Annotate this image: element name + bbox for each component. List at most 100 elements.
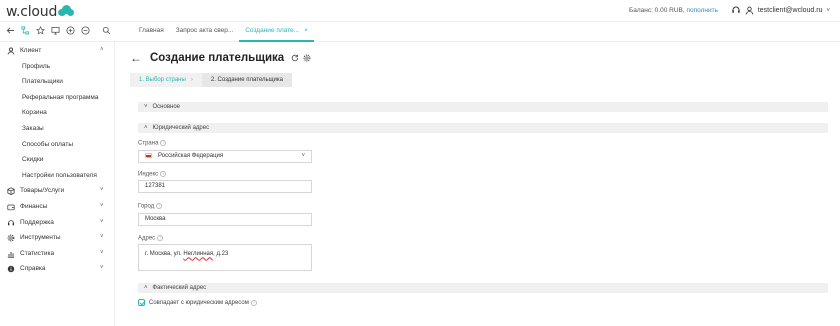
search-icon[interactable]: [102, 26, 111, 35]
sidebar-item-label: Финансы: [20, 202, 48, 210]
address-textarea[interactable]: г. Москва, ул. Неглинная, д.23: [138, 244, 312, 272]
logo-text: w.cloud: [6, 4, 58, 20]
sidebar-item-label: Статистика: [20, 249, 55, 257]
section-title: Юридический адрес: [152, 125, 210, 131]
back-icon[interactable]: [6, 26, 15, 35]
info-icon: [7, 266, 15, 273]
sidebar: Клиент ˄ Профиль Плательщики Реферальная…: [0, 42, 115, 326]
sidebar-item-goods-services[interactable]: Товары/Услуги ˅: [0, 183, 114, 199]
back-arrow-icon[interactable]: ←: [130, 51, 142, 65]
chevron-down-icon: ˅: [826, 7, 830, 14]
chevron-up-icon: ˄: [100, 47, 104, 53]
close-tab-icon[interactable]: ×: [304, 27, 308, 34]
sidebar-item-statistics[interactable]: Статистика ˅: [0, 246, 114, 262]
help-icon[interactable]: ?: [250, 299, 257, 306]
chevron-down-icon: ˅: [100, 187, 104, 194]
support-icon: [7, 219, 15, 225]
user-icon: [7, 47, 15, 55]
city-label: Город?: [138, 203, 163, 210]
sidebar-item-help[interactable]: Справка ˅: [0, 261, 114, 277]
title-row: ← Создание плательщика: [130, 51, 311, 65]
monitor-icon[interactable]: [51, 26, 60, 35]
country-value: Российская Федерация: [158, 152, 224, 159]
wallet-icon: [7, 204, 15, 211]
address-label: Адрес?: [138, 234, 164, 242]
sidebar-item-label: Клиент: [20, 47, 42, 54]
chevron-down-icon: ˅: [301, 152, 305, 159]
tab-home[interactable]: Главная: [133, 22, 170, 42]
sitemap-icon[interactable]: [21, 26, 30, 35]
chevron-down-icon: ˅: [100, 218, 104, 225]
user-menu[interactable]: testclient@wcloud.ru ˅: [745, 6, 830, 15]
chevron-up-icon: ˄: [144, 125, 148, 131]
sidebar-item-client[interactable]: Клиент ˄: [0, 43, 114, 59]
help-icon[interactable]: ?: [160, 170, 167, 177]
sidebar-item-user-settings[interactable]: Настройки пользователя: [0, 168, 114, 184]
country-select[interactable]: Российская Федерация ˅: [138, 149, 312, 163]
same-as-legal-checkbox[interactable]: [138, 299, 145, 307]
chevron-up-icon: ˄: [144, 285, 148, 292]
step-select-country[interactable]: 1. Выбор страны ›: [130, 73, 202, 87]
help-icon[interactable]: ?: [160, 140, 167, 146]
sidebar-item-label: Инструменты: [20, 234, 61, 242]
settings-icon[interactable]: [303, 54, 311, 62]
index-label: Индекс?: [138, 170, 167, 178]
chevron-down-icon: ˅: [144, 104, 148, 110]
toolbar: Главная Запрос акта свер... Создание пла…: [0, 22, 840, 42]
section-basic[interactable]: ˅ Основное: [138, 102, 828, 112]
sidebar-item-orders[interactable]: Заказы: [0, 121, 114, 137]
sidebar-item-payment-methods[interactable]: Способы оплаты: [0, 137, 114, 153]
sidebar-item-referral[interactable]: Реферальная программа: [0, 90, 114, 106]
balance: Баланс: 0.00 RUB, пополнить: [629, 7, 718, 14]
section-actual-address[interactable]: ˄ Фактический адрес: [138, 283, 828, 294]
main-content: ← Создание плательщика 1. Выбор страны › …: [115, 42, 840, 326]
index-input[interactable]: 127381: [138, 180, 312, 194]
sidebar-item-payers[interactable]: Плательщики: [0, 74, 114, 90]
logo[interactable]: w.cloud: [6, 4, 75, 20]
section-legal-address[interactable]: ˄ Юридический адрес: [138, 123, 828, 133]
balance-label: Баланс: 0.00 RUB,: [628, 7, 685, 14]
russia-flag-icon: [145, 152, 152, 158]
support-headset-icon[interactable]: [731, 5, 741, 15]
cloud-logo-icon: [58, 4, 75, 16]
sidebar-item-tools[interactable]: Инструменты ˅: [0, 230, 114, 246]
city-input[interactable]: Москва: [138, 212, 312, 226]
sidebar-item-discounts[interactable]: Скидки: [0, 152, 114, 168]
sidebar-item-support[interactable]: Поддержка ˅: [0, 215, 114, 231]
chevron-down-icon: ˅: [100, 234, 104, 241]
section-title: Фактический адрес: [152, 285, 207, 292]
sidebar-item-label: Товары/Услуги: [20, 187, 65, 195]
chevron-down-icon: ˅: [100, 265, 104, 272]
minus-circle-icon[interactable]: [81, 26, 90, 35]
title-actions: [291, 54, 311, 62]
chevron-down-icon: ˅: [100, 249, 104, 256]
sidebar-item-finance[interactable]: Финансы ˅: [0, 199, 114, 215]
sidebar-item-profile[interactable]: Профиль: [0, 59, 114, 75]
step-create-payer: 2. Создание плательщика: [201, 73, 292, 87]
help-icon[interactable]: ?: [157, 234, 164, 241]
country-label: Страна?: [138, 140, 167, 147]
user-email: testclient@wcloud.ru: [757, 7, 823, 14]
toolbar-icons: [6, 26, 111, 35]
tab-create-payer[interactable]: Создание плате... ×: [239, 22, 314, 42]
top-header: w.cloud Баланс: 0.00 RUB, пополнить test…: [0, 0, 840, 22]
spellcheck-word: Неглинная: [183, 251, 214, 258]
page-title: Создание плательщика: [150, 52, 285, 64]
same-as-legal-row: Совпадает с юридическим адресом ?: [138, 299, 828, 307]
sidebar-item-label: Справка: [20, 265, 46, 273]
star-icon[interactable]: [36, 26, 45, 35]
section-title: Основное: [152, 104, 181, 110]
user-icon: [745, 6, 754, 15]
step-separator: ›: [190, 77, 193, 83]
top-up-link[interactable]: пополнить: [686, 7, 718, 14]
payer-form: ˅ Основное ˄ Юридический адрес Страна? Р…: [138, 102, 828, 307]
wizard-steps: 1. Выбор страны › 2. Создание плательщика: [130, 73, 292, 87]
add-circle-icon[interactable]: [66, 26, 75, 35]
refresh-icon[interactable]: [291, 54, 299, 62]
box-icon: [7, 187, 15, 196]
chevron-down-icon: ˅: [100, 202, 104, 209]
help-icon[interactable]: ?: [156, 203, 163, 210]
tab-reconciliation-request[interactable]: Запрос акта свер...: [170, 22, 239, 42]
same-as-legal-label[interactable]: Совпадает с юридическим адресом: [149, 300, 249, 306]
sidebar-item-cart[interactable]: Корзина: [0, 105, 114, 121]
